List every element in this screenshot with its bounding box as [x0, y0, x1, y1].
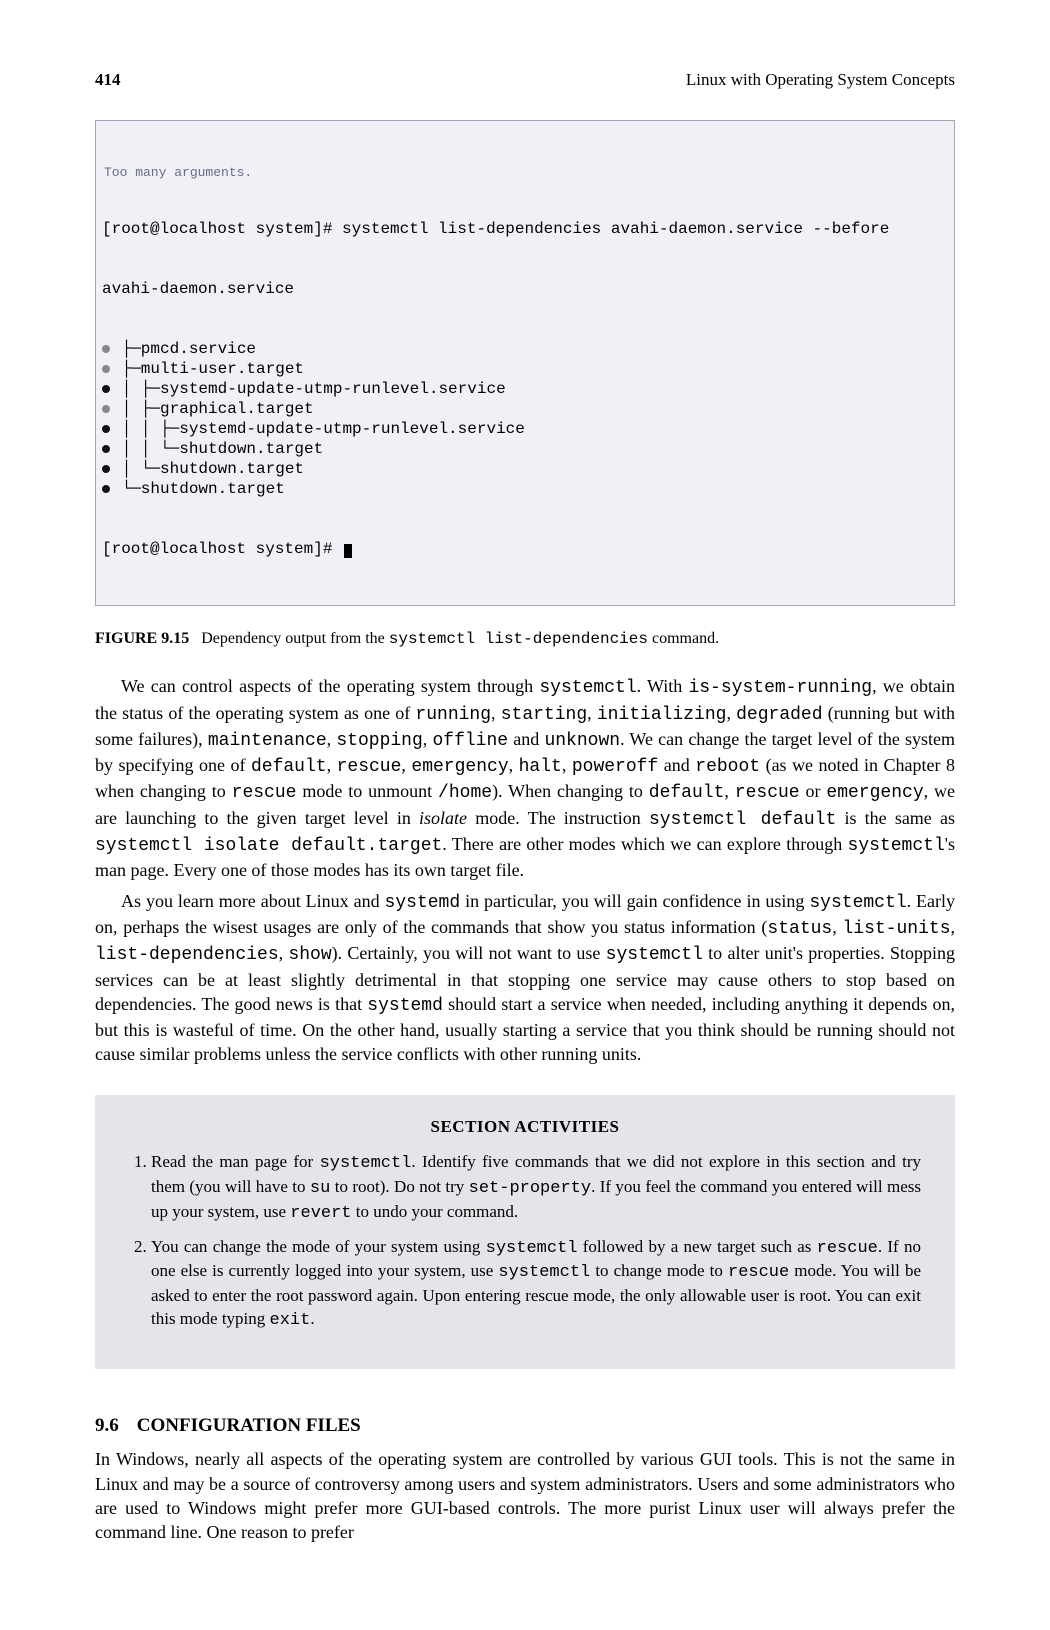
book-title: Linux with Operating System Concepts: [686, 70, 955, 90]
terminal-root-unit: avahi-daemon.service: [102, 279, 948, 299]
activities-list: Read the man page for systemctl. Identif…: [129, 1151, 921, 1334]
tree-line-text: ├─multi-user.target: [112, 359, 304, 379]
terminal-truncated-line: Too many arguments.: [102, 165, 948, 181]
tree-line: │ │ ├─systemd-update-utmp-runlevel.servi…: [102, 419, 948, 439]
activity-item-2: You can change the mode of your system u…: [151, 1236, 921, 1334]
tree-line-text: │ └─shutdown.target: [112, 459, 304, 479]
bullet-icon: [102, 385, 110, 393]
terminal-tree: ├─pmcd.service ├─multi-user.target │ ├─s…: [102, 339, 948, 499]
bullet-icon: [102, 465, 110, 473]
paragraph-1: We can control aspects of the operating …: [95, 674, 955, 882]
section-number: 9.6: [95, 1415, 119, 1436]
section-activities-box: SECTION ACTIVITIES Read the man page for…: [95, 1095, 955, 1370]
bullet-icon: [102, 485, 110, 493]
tree-line: │ └─shutdown.target: [102, 459, 948, 479]
bullet-icon: [102, 425, 110, 433]
tree-line-text: ├─pmcd.service: [112, 339, 256, 359]
cursor-icon: [344, 544, 352, 558]
activity-item-1: Read the man page for systemctl. Identif…: [151, 1151, 921, 1226]
page: 414 Linux with Operating System Concepts…: [0, 0, 1050, 1630]
figure-caption-post: command.: [648, 630, 719, 647]
section-title: CONFIGURATION FILES: [137, 1415, 361, 1436]
tree-line-text: │ │ └─shutdown.target: [112, 439, 323, 459]
figure-label: FIGURE 9.15: [95, 630, 189, 647]
bullet-icon: [102, 445, 110, 453]
terminal-prompt-line: [root@localhost system]# systemctl list-…: [102, 219, 948, 239]
paragraph-2: As you learn more about Linux and system…: [95, 889, 955, 1067]
bullet-icon: [102, 405, 110, 413]
tree-line: │ ├─systemd-update-utmp-runlevel.service: [102, 379, 948, 399]
tree-line-text: │ ├─systemd-update-utmp-runlevel.service: [112, 379, 506, 399]
paragraph-3: In Windows, nearly all aspects of the op…: [95, 1447, 955, 1544]
terminal-output: Too many arguments. [root@localhost syst…: [95, 120, 955, 606]
terminal-prompt-end: [root@localhost system]#: [102, 539, 948, 559]
figure-caption: FIGURE 9.15 Dependency output from the s…: [95, 630, 955, 648]
tree-line-text: │ ├─graphical.target: [112, 399, 314, 419]
tree-line: ├─pmcd.service: [102, 339, 948, 359]
figure-caption-text: Dependency output from the: [201, 630, 389, 647]
tree-line-text: └─shutdown.target: [112, 479, 285, 499]
bullet-icon: [102, 345, 110, 353]
tree-line: │ │ └─shutdown.target: [102, 439, 948, 459]
activities-heading: SECTION ACTIVITIES: [129, 1117, 921, 1137]
tree-line: ├─multi-user.target: [102, 359, 948, 379]
page-header: 414 Linux with Operating System Concepts: [95, 70, 955, 90]
bullet-icon: [102, 365, 110, 373]
section-heading: 9.6 CONFIGURATION FILES: [95, 1415, 955, 1437]
figure-caption-code: systemctl list-dependencies: [389, 630, 648, 648]
tree-line-text: │ │ ├─systemd-update-utmp-runlevel.servi…: [112, 419, 525, 439]
tree-line: │ ├─graphical.target: [102, 399, 948, 419]
tree-line: └─shutdown.target: [102, 479, 948, 499]
page-number: 414: [95, 70, 121, 90]
